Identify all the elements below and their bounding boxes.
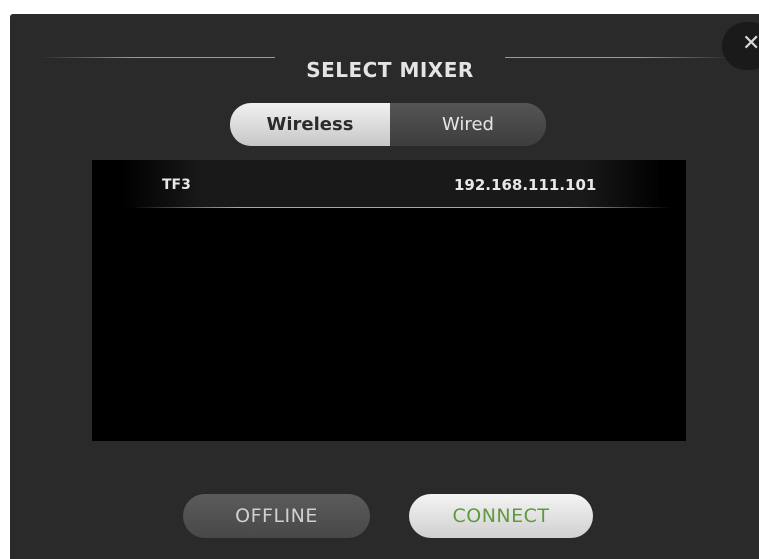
- tab-wireless[interactable]: Wireless: [230, 103, 390, 146]
- title-divider-right: [505, 57, 730, 58]
- close-icon[interactable]: ✕: [742, 33, 759, 55]
- mixer-ip-address: 192.168.111.101: [454, 176, 597, 194]
- offline-button[interactable]: OFFLINE: [183, 494, 370, 538]
- connect-button[interactable]: CONNECT: [409, 494, 593, 538]
- screen: SELECT MIXER ✕ Wireless Wired TF3 192.16…: [0, 0, 759, 559]
- list-item-divider: [132, 207, 672, 208]
- list-item[interactable]: TF3 192.168.111.101: [92, 160, 686, 208]
- tab-wired[interactable]: Wired: [390, 103, 546, 146]
- mixer-list: TF3 192.168.111.101: [92, 160, 686, 441]
- title-divider-left: [40, 57, 275, 58]
- mixer-name: TF3: [162, 177, 191, 193]
- connection-type-toggle: Wireless Wired: [230, 103, 546, 146]
- dialog-title: SELECT MIXER: [306, 58, 474, 82]
